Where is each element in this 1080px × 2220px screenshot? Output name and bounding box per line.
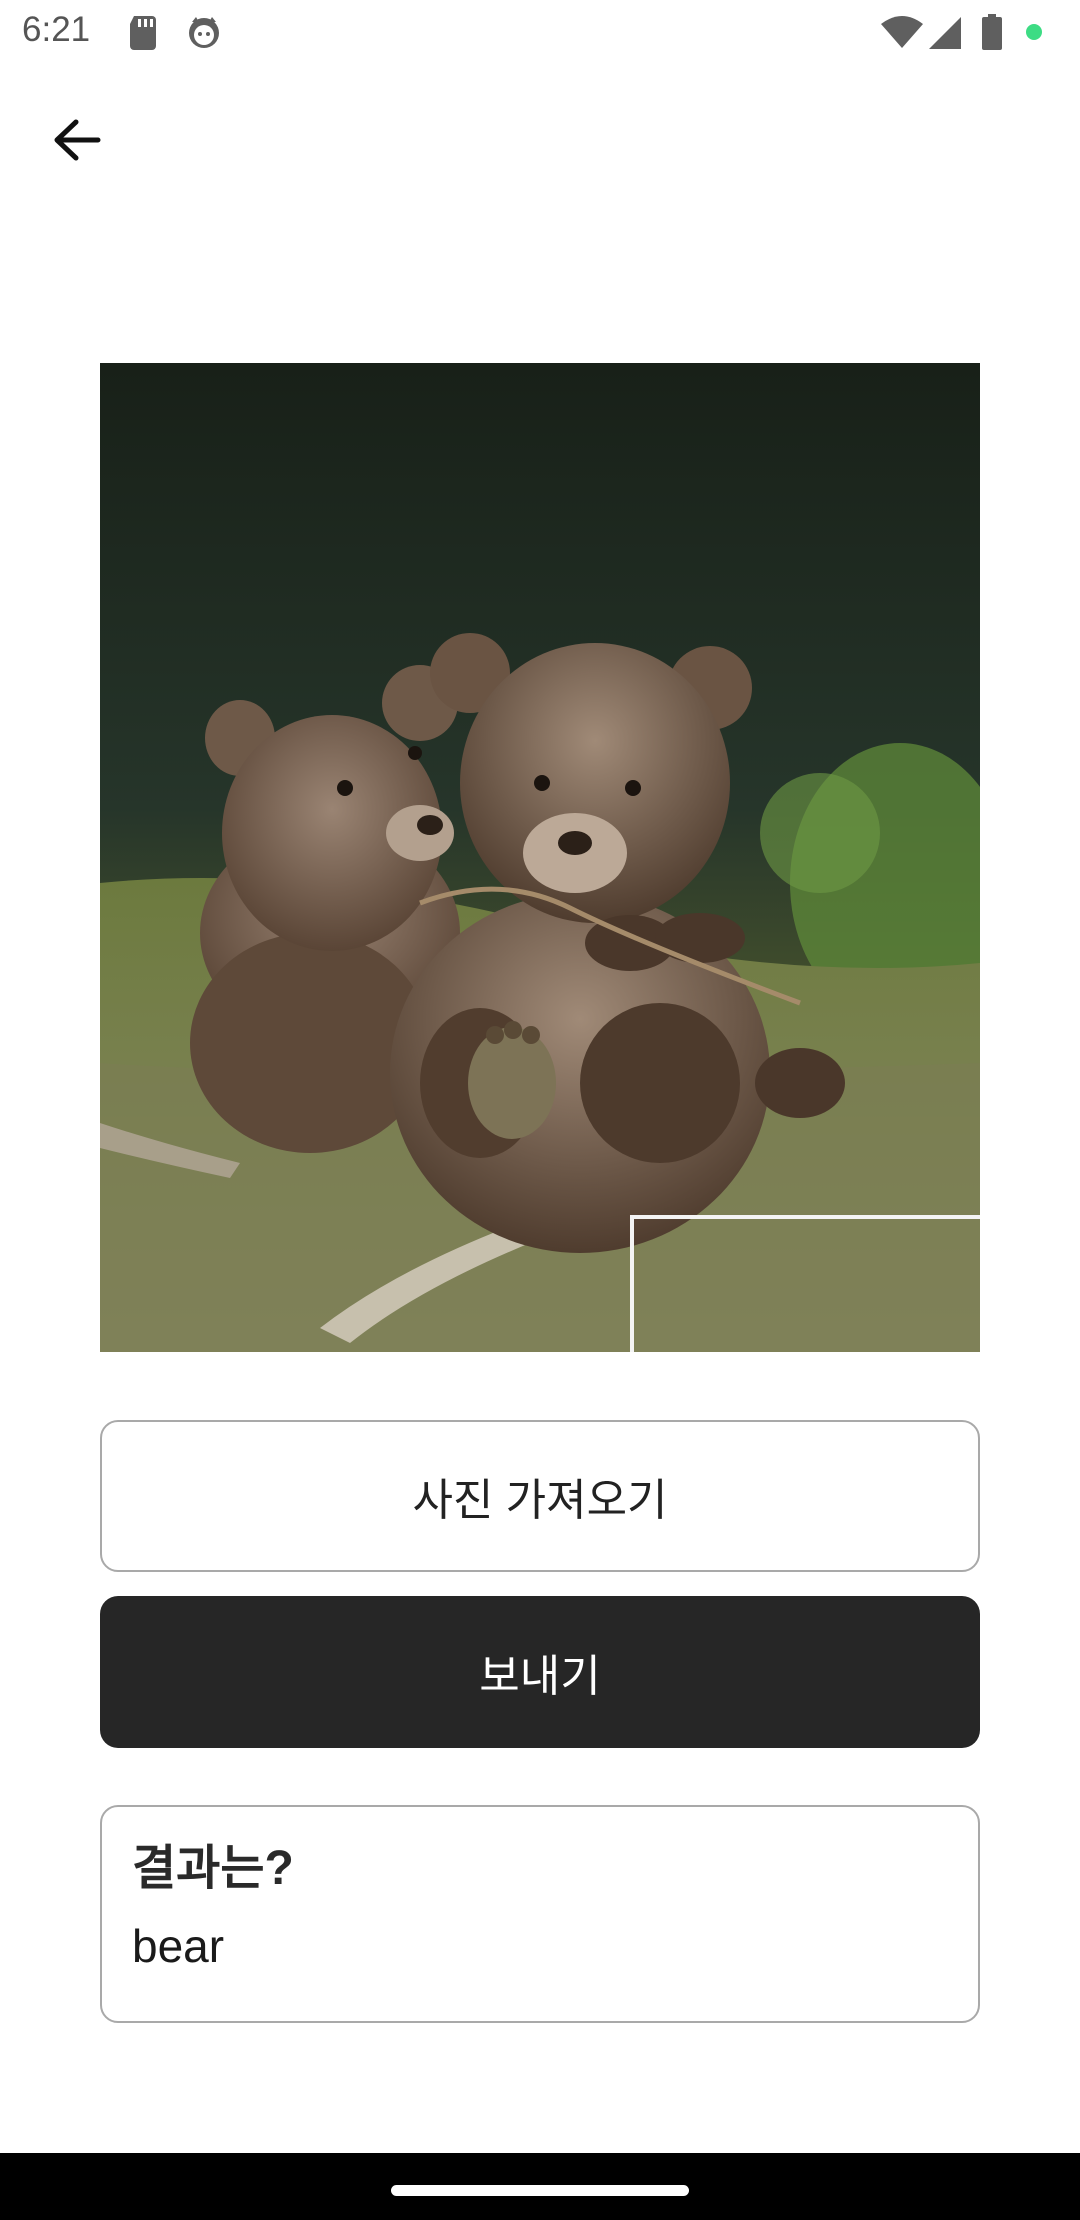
import-photo-button[interactable]: 사진 가져오기 bbox=[100, 1420, 980, 1572]
arrow-left-icon bbox=[52, 118, 102, 167]
result-title: 결과는? bbox=[132, 1842, 294, 1895]
wifi-icon bbox=[880, 16, 924, 50]
result-card: 결과는? bear bbox=[100, 1805, 980, 2023]
battery-icon bbox=[981, 14, 1003, 50]
cat-face-icon bbox=[186, 14, 222, 50]
sd-card-icon bbox=[128, 14, 158, 50]
green-dot-icon bbox=[1026, 24, 1042, 40]
result-value: bear bbox=[132, 1920, 225, 1972]
bear-photo bbox=[100, 363, 980, 1352]
back-button[interactable] bbox=[40, 110, 114, 174]
status-time: 6:21 bbox=[22, 10, 91, 49]
home-handle[interactable] bbox=[391, 2185, 689, 2196]
send-label: 보내기 bbox=[479, 1652, 601, 1701]
status-bar: 6:21 bbox=[0, 0, 1080, 64]
send-button[interactable]: 보내기 bbox=[100, 1596, 980, 1748]
navigation-bar bbox=[0, 2153, 1080, 2220]
cell-signal-icon bbox=[928, 16, 962, 50]
import-photo-label: 사진 가져오기 bbox=[412, 1476, 668, 1525]
